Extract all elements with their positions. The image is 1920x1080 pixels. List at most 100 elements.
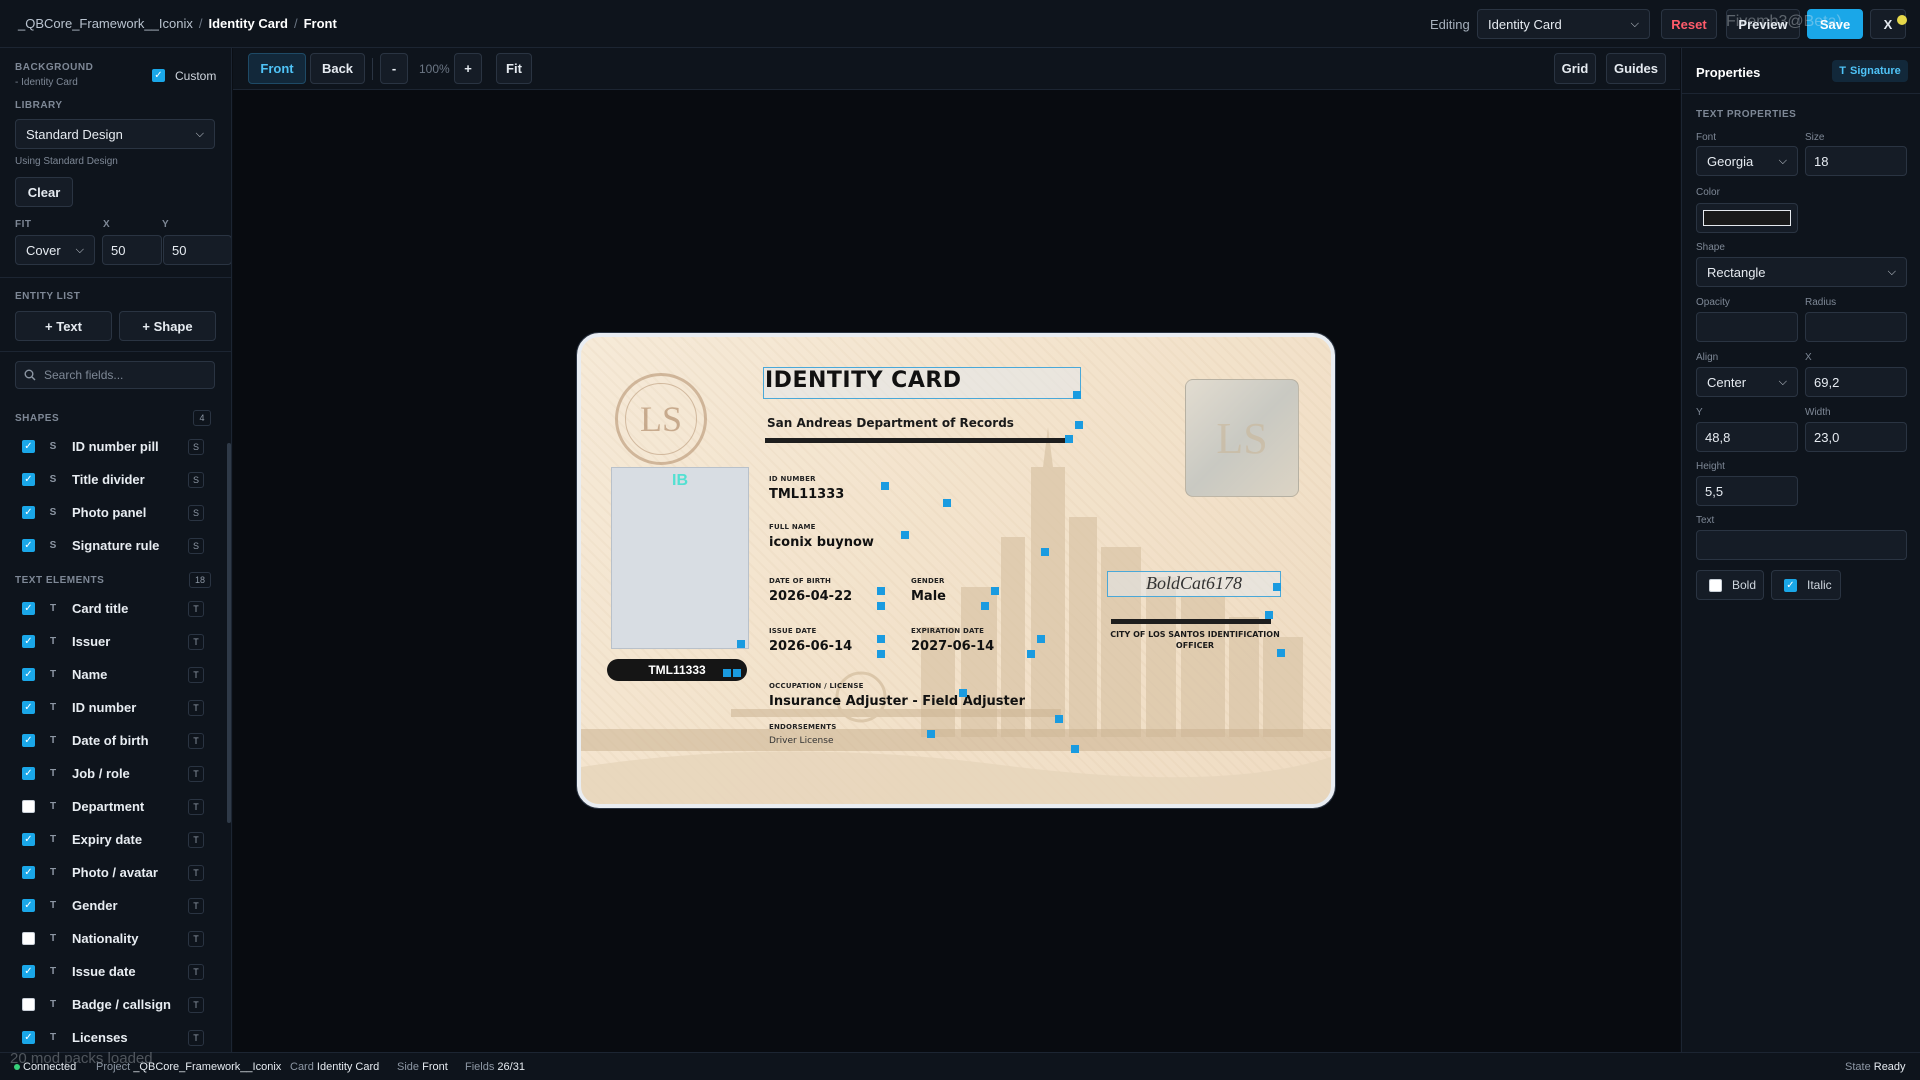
resize-handle[interactable] bbox=[1027, 650, 1035, 658]
search-field[interactable]: Search fields... bbox=[15, 361, 215, 389]
text-element-list-item[interactable]: T Department T bbox=[0, 790, 220, 823]
shape-list-item[interactable]: ✓ S Signature rule S bbox=[0, 529, 220, 562]
text-element-list-item[interactable]: T Nationality T bbox=[0, 922, 220, 955]
bg-x-input[interactable]: 50 bbox=[102, 235, 162, 265]
tab-front[interactable]: Front bbox=[248, 53, 306, 84]
reset-button[interactable]: Reset bbox=[1661, 9, 1717, 39]
photo-panel[interactable]: IB bbox=[611, 467, 749, 649]
editing-card-select[interactable]: Identity Card ⌵ bbox=[1477, 9, 1650, 39]
visibility-checkbox[interactable]: ✓ bbox=[22, 539, 35, 552]
visibility-checkbox[interactable]: ✓ bbox=[22, 440, 35, 453]
resize-handle[interactable] bbox=[927, 730, 935, 738]
resize-handle[interactable] bbox=[1075, 421, 1083, 429]
card-title[interactable]: IDENTITY CARD bbox=[765, 368, 962, 393]
breadcrumb-project[interactable]: _QBCore_Framework__Iconix bbox=[18, 16, 193, 31]
text-element-list-item[interactable]: ✓ T Card title T bbox=[0, 592, 220, 625]
resize-handle[interactable] bbox=[723, 669, 731, 677]
selected-element-badge[interactable]: T Signature bbox=[1832, 60, 1908, 82]
text-element-list-item[interactable]: T Badge / callsign T bbox=[0, 988, 220, 1021]
shape-list-item[interactable]: ✓ S Photo panel S bbox=[0, 496, 220, 529]
text-element-list-item[interactable]: ✓ T Licenses T bbox=[0, 1021, 220, 1052]
signature-caption[interactable]: CITY OF LOS SANTOS IDENTIFICATION OFFICE… bbox=[1105, 629, 1285, 651]
resize-handle[interactable] bbox=[959, 689, 967, 697]
issuer[interactable]: San Andreas Department of Records bbox=[767, 416, 1014, 430]
visibility-checkbox[interactable]: ✓ bbox=[22, 866, 35, 879]
resize-handle[interactable] bbox=[1273, 583, 1281, 591]
resize-handle[interactable] bbox=[1055, 715, 1063, 723]
save-button[interactable]: Save bbox=[1807, 9, 1863, 39]
visibility-checkbox[interactable]: ✓ bbox=[22, 635, 35, 648]
resize-handle[interactable] bbox=[981, 602, 989, 610]
issue-date-value[interactable]: 2026-06-14 bbox=[769, 639, 852, 654]
text-element-list-item[interactable]: ✓ T Date of birth T bbox=[0, 724, 220, 757]
visibility-checkbox[interactable]: ✓ bbox=[22, 767, 35, 780]
text-element-list-item[interactable]: ✓ T Issue date T bbox=[0, 955, 220, 988]
visibility-checkbox[interactable]: ✓ bbox=[22, 1031, 35, 1044]
zoom-out-button[interactable]: - bbox=[380, 53, 408, 84]
size-input[interactable]: 18 bbox=[1805, 146, 1907, 176]
preview-button[interactable]: Preview bbox=[1726, 9, 1800, 39]
zoom-in-button[interactable]: + bbox=[454, 53, 482, 84]
library-select[interactable]: Standard Design ⌵ bbox=[15, 119, 215, 149]
x-position-input[interactable]: 69,2 bbox=[1805, 367, 1907, 397]
text-element-list-item[interactable]: ✓ T Issuer T bbox=[0, 625, 220, 658]
resize-handle[interactable] bbox=[1041, 548, 1049, 556]
opacity-input[interactable] bbox=[1696, 312, 1798, 342]
shape-select[interactable]: Rectangle ⌵ bbox=[1696, 257, 1907, 287]
fit-select[interactable]: Cover ⌵ bbox=[15, 235, 95, 265]
title-divider[interactable] bbox=[765, 438, 1069, 443]
shape-list-item[interactable]: ✓ S Title divider S bbox=[0, 463, 220, 496]
dob-value[interactable]: 2026-04-22 bbox=[769, 589, 852, 604]
font-select[interactable]: Georgia ⌵ bbox=[1696, 146, 1798, 176]
visibility-checkbox[interactable]: ✓ bbox=[22, 899, 35, 912]
width-input[interactable]: 23,0 bbox=[1805, 422, 1907, 452]
visibility-checkbox[interactable]: ✓ bbox=[22, 506, 35, 519]
visibility-checkbox[interactable]: ✓ bbox=[22, 833, 35, 846]
resize-handle[interactable] bbox=[991, 587, 999, 595]
visibility-checkbox[interactable] bbox=[22, 998, 35, 1011]
italic-toggle[interactable]: ✓ Italic bbox=[1771, 570, 1841, 600]
text-element-list-item[interactable]: ✓ T Name T bbox=[0, 658, 220, 691]
resize-handle[interactable] bbox=[737, 640, 745, 648]
bold-checkbox[interactable] bbox=[1709, 578, 1722, 592]
text-content-input[interactable] bbox=[1696, 530, 1907, 560]
resize-handle[interactable] bbox=[877, 602, 885, 610]
visibility-checkbox[interactable]: ✓ bbox=[22, 734, 35, 747]
guides-toggle-button[interactable]: Guides bbox=[1606, 53, 1666, 84]
custom-checkbox[interactable]: ✓ bbox=[152, 69, 165, 82]
clear-button[interactable]: Clear bbox=[15, 177, 73, 207]
radius-input[interactable] bbox=[1805, 312, 1907, 342]
resize-handle[interactable] bbox=[1065, 435, 1073, 443]
occupation-value[interactable]: Insurance Adjuster - Field Adjuster bbox=[769, 694, 1025, 709]
resize-handle[interactable] bbox=[901, 531, 909, 539]
gender-value[interactable]: Male bbox=[911, 589, 946, 604]
add-text-button[interactable]: + Text bbox=[15, 311, 112, 341]
resize-handle[interactable] bbox=[1037, 635, 1045, 643]
visibility-checkbox[interactable] bbox=[22, 800, 35, 813]
bold-toggle[interactable]: Bold bbox=[1696, 570, 1764, 600]
resize-handle[interactable] bbox=[1277, 649, 1285, 657]
left-scrollbar[interactable] bbox=[227, 443, 231, 823]
breadcrumb-card[interactable]: Identity Card bbox=[208, 16, 287, 31]
text-element-list-item[interactable]: ✓ T Photo / avatar T bbox=[0, 856, 220, 889]
visibility-checkbox[interactable]: ✓ bbox=[22, 965, 35, 978]
resize-handle[interactable] bbox=[943, 499, 951, 507]
identity-card-preview[interactable]: LS LS IB TML11333 IDENTITY CARD San Andr… bbox=[577, 333, 1335, 808]
resize-handle[interactable] bbox=[1071, 745, 1079, 753]
text-element-list-item[interactable]: ✓ T ID number T bbox=[0, 691, 220, 724]
shape-list-item[interactable]: ✓ S ID number pill S bbox=[0, 430, 220, 463]
resize-handle[interactable] bbox=[877, 635, 885, 643]
signature-rule[interactable] bbox=[1111, 619, 1271, 624]
bg-y-input[interactable]: 50 bbox=[163, 235, 231, 265]
text-element-list-item[interactable]: ✓ T Expiry date T bbox=[0, 823, 220, 856]
zoom-fit-button[interactable]: Fit bbox=[496, 53, 532, 84]
grid-toggle-button[interactable]: Grid bbox=[1554, 53, 1596, 84]
add-shape-button[interactable]: + Shape bbox=[119, 311, 216, 341]
id-number-value[interactable]: TML11333 bbox=[769, 487, 844, 502]
text-element-list-item[interactable]: ✓ T Job / role T bbox=[0, 757, 220, 790]
y-position-input[interactable]: 48,8 bbox=[1696, 422, 1798, 452]
expiry-date-value[interactable]: 2027-06-14 bbox=[911, 639, 994, 654]
resize-handle[interactable] bbox=[733, 669, 741, 677]
resize-handle[interactable] bbox=[1073, 391, 1081, 399]
visibility-checkbox[interactable]: ✓ bbox=[22, 701, 35, 714]
